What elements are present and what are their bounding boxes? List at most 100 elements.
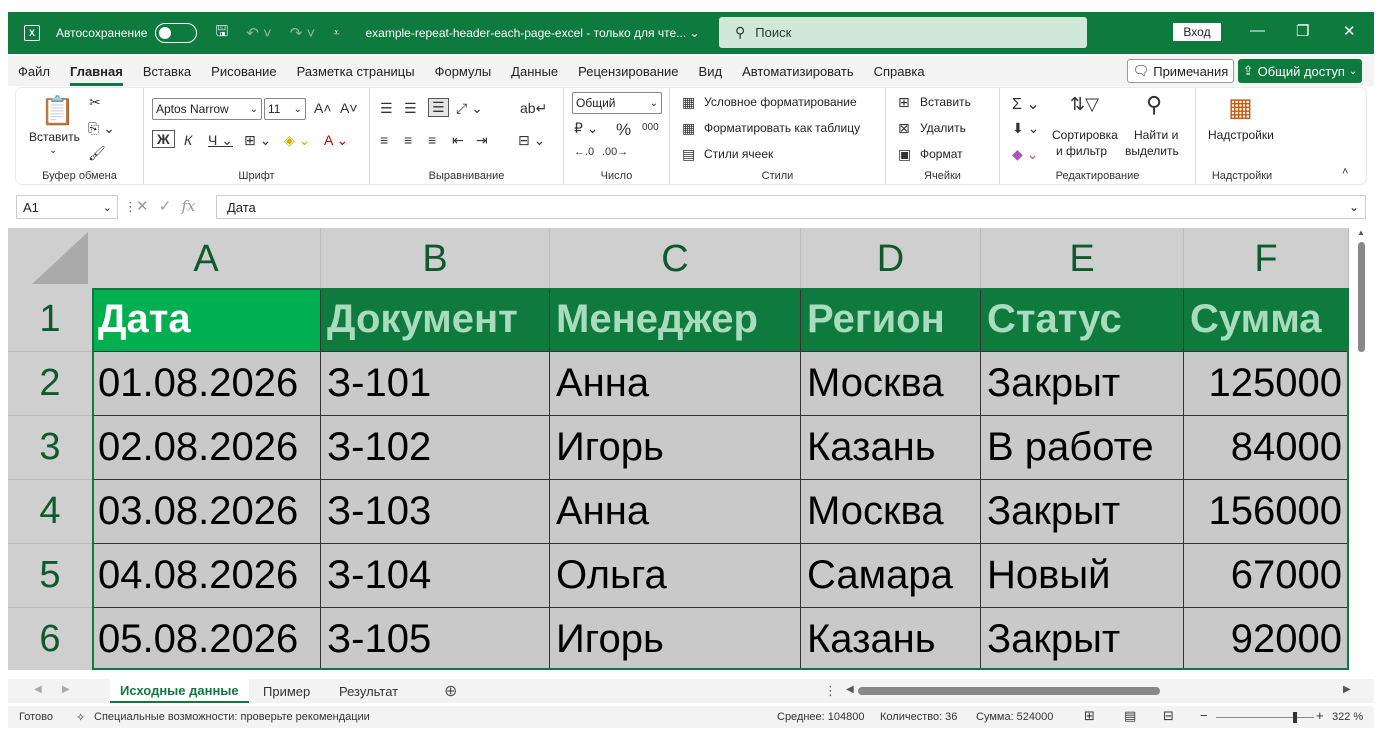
zoom-slider[interactable] [1216,717,1314,718]
header-cell-date[interactable]: Дата [92,288,321,352]
table-cell[interactable]: 03.08.2026 [92,480,321,544]
row-header-4[interactable]: 4 [8,480,92,544]
table-cell[interactable]: 92000 [1184,608,1349,670]
align-left-icon[interactable]: ≡ [380,132,388,148]
minimize-icon[interactable]: — [1250,22,1265,39]
prev-sheet-icon[interactable]: ◀ [34,684,42,695]
table-cell[interactable]: Анна [550,352,801,416]
tab-formulas[interactable]: Формулы [425,64,502,79]
align-center-icon[interactable]: ≡ [404,132,412,148]
row-header-1[interactable]: 1 [8,288,92,352]
table-cell[interactable]: З-102 [321,416,550,480]
table-cell[interactable]: Ольга [550,544,801,608]
table-cell[interactable]: 156000 [1184,480,1349,544]
cell-styles-label[interactable]: Стили ячеек [704,147,773,161]
zoom-out-icon[interactable]: − [1200,708,1208,723]
table-cell[interactable]: Самара [801,544,981,608]
conditional-format-label[interactable]: Условное форматирование [704,95,857,109]
table-cell[interactable]: Москва [801,352,981,416]
find-select-label-1[interactable]: Найти и [1134,128,1178,142]
copy-icon[interactable]: ⎘ ⌄ [88,120,115,137]
table-cell[interactable]: 04.08.2026 [92,544,321,608]
format-table-icon[interactable]: ▦ [682,120,695,137]
sort-filter-label-1[interactable]: Сортировка [1052,128,1118,142]
table-cell[interactable]: 84000 [1184,416,1349,480]
align-right-icon[interactable]: ≡ [428,132,436,148]
tab-home[interactable]: Главная [60,64,133,86]
column-header-a[interactable]: A [92,228,321,288]
cut-icon[interactable]: ✂ [89,94,101,111]
borders-icon[interactable]: ⊞ ⌄ [244,132,271,149]
table-cell[interactable]: 125000 [1184,352,1349,416]
table-cell[interactable]: З-105 [321,608,550,670]
table-cell[interactable]: З-103 [321,480,550,544]
undo-icon[interactable]: ↶ ˅ [246,24,272,42]
align-bottom-icon[interactable]: ☰ [428,98,449,117]
customize-qat-icon[interactable]: ⩡ [333,27,339,40]
delete-cells-label[interactable]: Удалить [920,121,966,135]
tab-insert[interactable]: Вставка [133,64,201,79]
name-box[interactable]: A1 ⌄ [16,195,118,219]
page-layout-view-icon[interactable]: ▤ [1124,708,1136,724]
spreadsheet-grid[interactable]: A B C D E F 1 2 3 4 5 6 Дата Документ Ме… [8,228,1349,670]
tab-page-layout[interactable]: Разметка страницы [287,64,425,79]
table-cell[interactable]: Закрыт [981,608,1184,670]
table-cell[interactable]: 01.08.2026 [92,352,321,416]
paste-icon[interactable]: 📋 [40,94,75,127]
table-cell[interactable]: Казань [801,608,981,670]
tab-view[interactable]: Вид [689,64,733,79]
normal-view-icon[interactable]: ⊞ [1084,708,1095,724]
chevron-down-icon[interactable]: ⌄ [1349,200,1359,214]
clear-icon[interactable]: ◆ ⌄ [1012,146,1038,163]
row-header-6[interactable]: 6 [8,608,92,670]
column-header-f[interactable]: F [1184,228,1349,288]
header-cell-document[interactable]: Документ [321,288,550,352]
addins-icon[interactable]: ▦ [1228,92,1253,123]
table-cell[interactable]: В работе [981,416,1184,480]
font-name-combo[interactable]: Aptos Narrow ⌄ [152,98,262,120]
table-cell[interactable]: Игорь [550,416,801,480]
vertical-scroll-thumb[interactable] [1358,242,1365,352]
zoom-level[interactable]: 322 % [1332,711,1363,723]
format-cells-label[interactable]: Формат [920,147,963,161]
wrap-text-icon[interactable]: ab↵ [520,100,547,117]
merge-center-icon[interactable]: ⊟ ⌄ [518,132,545,149]
document-title[interactable]: example-repeat-header-each-page-excel - … [365,26,699,40]
column-header-b[interactable]: B [321,228,550,288]
format-painter-icon[interactable]: 🖌 [88,145,106,162]
accessibility-status[interactable]: Специальные возможности: проверьте реком… [94,711,370,723]
search-box[interactable]: ⚲ Поиск [719,17,1087,48]
conditional-format-icon[interactable]: ▦ [682,94,695,111]
tab-draw[interactable]: Рисование [201,64,286,79]
bold-icon[interactable]: Ж [152,130,175,148]
share-button[interactable]: ⇪ Общий доступ ⌄ [1238,59,1362,83]
select-all-button[interactable] [8,228,92,288]
tab-automate[interactable]: Автоматизировать [732,64,864,79]
table-cell[interactable]: 05.08.2026 [92,608,321,670]
comma-style-icon[interactable]: 000 [642,122,659,133]
vertical-scrollbar[interactable]: ▲ [1356,228,1366,670]
insert-function-icon[interactable]: fx [182,197,196,215]
save-icon[interactable]: 🖫 [215,21,228,46]
orientation-icon[interactable]: ⤢ ⌄ [456,100,483,117]
align-middle-icon[interactable]: ☰ [404,100,417,117]
header-cell-status[interactable]: Статус [981,288,1184,352]
insert-cells-icon[interactable]: ⊞ [898,94,910,111]
table-cell[interactable]: З-104 [321,544,550,608]
column-header-c[interactable]: C [550,228,801,288]
cancel-icon[interactable]: ✕ [136,198,149,215]
add-sheet-icon[interactable]: ⊕ [444,681,457,701]
next-sheet-icon[interactable]: ▶ [62,684,70,695]
chevron-down-icon[interactable]: ⌄ [49,145,57,156]
sheet-tab-example[interactable]: Пример [263,679,310,703]
zoom-slider-knob[interactable] [1293,712,1297,723]
italic-icon[interactable]: К [184,132,192,148]
zoom-in-icon[interactable]: + [1316,708,1324,723]
row-header-3[interactable]: 3 [8,416,92,480]
font-size-combo[interactable]: 11 ⌄ [264,98,306,120]
header-cell-manager[interactable]: Менеджер [550,288,801,352]
sort-filter-icon[interactable]: ⇅▽ [1070,94,1099,115]
underline-icon[interactable]: Ч ⌄ [208,132,233,149]
enter-icon[interactable]: ✓ [159,198,172,215]
align-top-icon[interactable]: ☰ [380,100,393,117]
